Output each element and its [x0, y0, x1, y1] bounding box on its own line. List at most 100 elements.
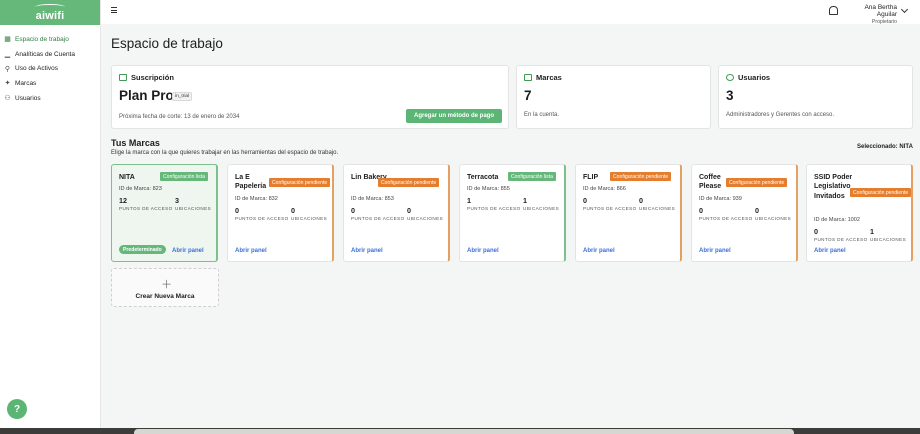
sidebar: aiwifi ▦ Espacio de trabajo ▁ Analíticas… — [0, 0, 101, 434]
open-panel-link[interactable]: Abrir panel — [351, 248, 383, 254]
open-panel-link[interactable]: Abrir panel — [235, 248, 267, 254]
subscription-heading: Suscripción — [119, 73, 174, 82]
brand-card-lin-bakery[interactable]: Lin Bakery Configuración pendiente ID de… — [343, 164, 450, 262]
chart-icon: ▁ — [4, 51, 11, 59]
tag-icon — [524, 74, 532, 81]
locations-stat: 1 UBICACIONES — [870, 227, 906, 242]
selected-brand: Seleccionado: NITA — [857, 144, 913, 150]
users-count: 3 — [726, 88, 734, 103]
access-points-label: PUNTOS DE ACCESO — [235, 216, 289, 221]
brand-id: ID de Marca: 1002 — [814, 217, 861, 223]
help-button[interactable]: ? — [7, 399, 27, 419]
sidebar-item-label: Marcas — [15, 79, 37, 87]
wallet-icon — [119, 74, 127, 81]
brand-id: ID de Marca: 866 — [583, 186, 626, 192]
user-icon: ⚇ — [4, 95, 11, 103]
locations-count: 0 — [755, 206, 759, 215]
access-points-label: PUNTOS DE ACCESO — [351, 216, 405, 221]
key-icon: ⚲ — [4, 65, 11, 73]
sidebar-item-workspace[interactable]: ▦ Espacio de trabajo — [0, 32, 100, 47]
open-panel-link[interactable]: Abrir panel — [814, 248, 846, 254]
access-points-stat: 0 PUNTOS DE ACCESO — [699, 206, 753, 221]
topbar: Ana Bertha Aguilar Propietario — [101, 0, 920, 25]
brands-section-title: Tus Marcas — [111, 138, 160, 148]
status-badge: Configuración pendiente — [610, 172, 672, 181]
users-heading: Usuarios — [726, 73, 770, 82]
brand-id: ID de Marca: 855 — [467, 186, 510, 192]
brand-card-la-e-papeleria[interactable]: La E Papelería Configuración pendiente I… — [227, 164, 334, 262]
locations-label: UBICACIONES — [407, 216, 444, 221]
brand-id: ID de Marca: 939 — [699, 196, 742, 202]
plan-status-tag: in_trial — [172, 92, 193, 101]
status-badge: Configuración pendiente — [726, 178, 788, 187]
add-payment-button[interactable]: Agregar un método de pago — [406, 109, 502, 123]
access-points-stat: 0 PUNTOS DE ACCESO — [583, 196, 637, 211]
users-heading-text: Usuarios — [738, 73, 771, 82]
brand-name: NITA — [119, 174, 135, 181]
locations-stat: 3 UBICACIONES — [175, 196, 211, 211]
brand-name: SSID Poder Legislativo Invitados — [814, 174, 853, 200]
sidebar-item-label: Uso de Activos — [15, 65, 58, 73]
locations-label: UBICACIONES — [291, 216, 328, 221]
chevron-down-icon[interactable] — [900, 5, 909, 14]
bell-icon[interactable] — [829, 6, 838, 15]
brand-id: ID de Marca: 853 — [351, 196, 394, 202]
status-badge: Configuración pendiente — [378, 178, 440, 187]
locations-stat: 0 UBICACIONES — [639, 196, 675, 211]
sidebar-item-users[interactable]: ⚇ Usuarios — [0, 91, 100, 106]
sidebar-item-assets[interactable]: ⚲ Uso de Activos — [0, 61, 100, 76]
access-points-stat: 1 PUNTOS DE ACCESO — [467, 196, 521, 211]
locations-count: 0 — [639, 196, 643, 205]
sidebar-nav: ▦ Espacio de trabajo ▁ Analíticas de Cue… — [0, 25, 100, 105]
status-badge: Configuración pendiente — [850, 188, 912, 197]
status-badge: Configuración lista — [508, 172, 556, 181]
status-badge: Configuración lista — [160, 172, 208, 181]
open-panel-link[interactable]: Abrir panel — [467, 248, 499, 254]
menu-icon[interactable] — [111, 7, 117, 13]
open-panel-link[interactable]: Abrir panel — [172, 248, 204, 254]
access-points-count: 1 — [467, 196, 471, 205]
open-panel-link[interactable]: Abrir panel — [699, 248, 731, 254]
locations-count: 0 — [407, 206, 411, 215]
users-icon — [726, 74, 734, 81]
brand-card-flip[interactable]: FLIP Configuración pendiente ID de Marca… — [575, 164, 682, 262]
locations-stat: 0 UBICACIONES — [755, 206, 791, 221]
locations-label: UBICACIONES — [175, 206, 212, 211]
brand-id: ID de Marca: 823 — [119, 186, 162, 192]
badge-icon: ✦ — [4, 80, 11, 88]
brand-card-coffee-please[interactable]: Coffee Please Configuración pendiente ID… — [691, 164, 798, 262]
brand-card-nita[interactable]: NITA Configuración lista ID de Marca: 82… — [111, 164, 218, 262]
user-menu[interactable]: Ana Bertha Aguilar Propietario — [844, 4, 897, 25]
access-points-stat: 0 PUNTOS DE ACCESO — [814, 227, 868, 242]
sidebar-item-label: Analíticas de Cuenta — [15, 50, 75, 58]
open-panel-link[interactable]: Abrir panel — [583, 248, 615, 254]
locations-stat: 0 UBICACIONES — [407, 206, 443, 221]
logo[interactable]: aiwifi — [0, 0, 100, 25]
locations-label: UBICACIONES — [639, 206, 676, 211]
sidebar-item-label: Espacio de trabajo — [15, 35, 69, 43]
brand-name: Terracota — [467, 174, 499, 181]
locations-count: 0 — [291, 206, 295, 215]
access-points-label: PUNTOS DE ACCESO — [583, 206, 637, 211]
status-badge: Configuración pendiente — [269, 178, 331, 187]
sidebar-item-analytics[interactable]: ▁ Analíticas de Cuenta — [0, 47, 100, 62]
sidebar-item-brands[interactable]: ✦ Marcas — [0, 76, 100, 91]
locations-stat: 1 UBICACIONES — [523, 196, 559, 211]
logo-text: aiwifi — [35, 9, 65, 22]
locations-count: 1 — [870, 227, 874, 236]
locations-label: UBICACIONES — [523, 206, 560, 211]
brand-card-ssid-poder-legislativo[interactable]: SSID Poder Legislativo Invitados Configu… — [806, 164, 913, 262]
access-points-stat: 0 PUNTOS DE ACCESO — [235, 206, 289, 221]
access-points-count: 0 — [351, 206, 355, 215]
users-note: Administradores y Gerentes con acceso. — [726, 112, 835, 118]
brands-section-subtitle: Elige la marca con la que quieres trabaj… — [111, 150, 339, 156]
brand-card-terracota[interactable]: Terracota Configuración lista ID de Marc… — [459, 164, 566, 262]
access-points-label: PUNTOS DE ACCESO — [699, 216, 753, 221]
access-points-stat: 0 PUNTOS DE ACCESO — [351, 206, 405, 221]
create-brand-button[interactable]: ＋ Crear Nueva Marca — [111, 268, 219, 307]
page-title: Espacio de trabajo — [111, 36, 223, 51]
access-points-label: PUNTOS DE ACCESO — [467, 206, 521, 211]
next-cut-date: Próxima fecha de corte: 13 de enero de 2… — [119, 114, 240, 120]
locations-count: 3 — [175, 196, 179, 205]
locations-stat: 0 UBICACIONES — [291, 206, 327, 221]
